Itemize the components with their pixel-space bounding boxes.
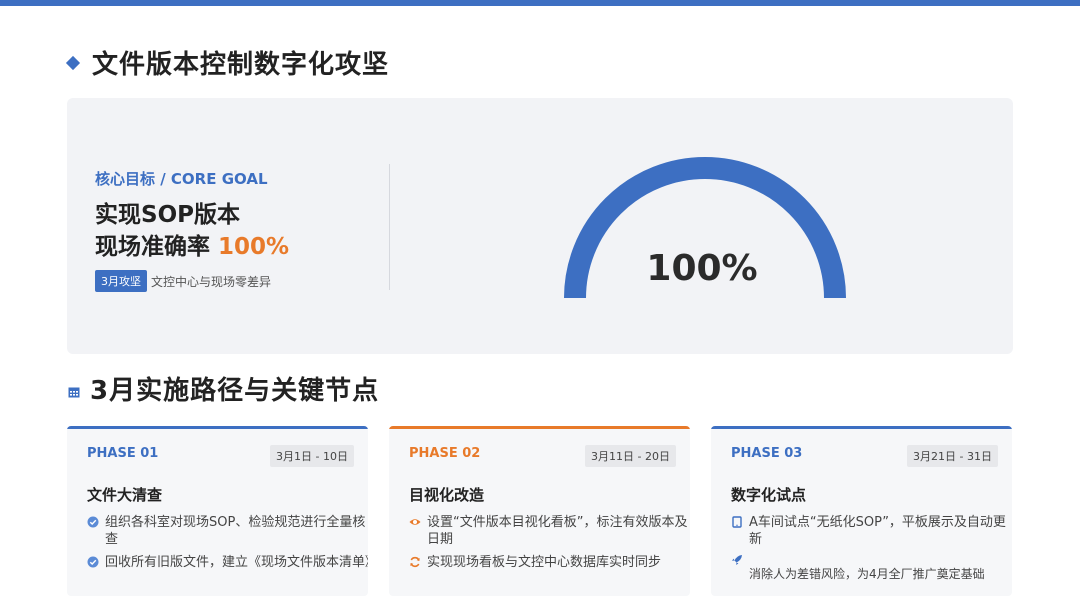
goal-badge: 3月攻坚 [95, 270, 147, 292]
phase-card-accent-bar [711, 426, 1012, 429]
section2-title-row: 3月实施路径与关键节点 [66, 370, 379, 407]
phase-card-01: PHASE 01 3月1日 - 10日 文件大清查 组织各科室对现场SOP、检验… [67, 426, 368, 596]
phase-title: 目视化改造 [409, 486, 485, 504]
goal-kicker: 核心目标 / CORE GOAL [95, 170, 268, 188]
goal-badge-note: 文控中心与现场零差异 [151, 275, 272, 289]
eye-icon [409, 519, 421, 525]
phase-item-text: A车间试点“无纸化SOP”，平板展示及自动更新 [749, 515, 1006, 547]
phase-title: 数字化试点 [731, 486, 807, 504]
phase-date-badge: 3月1日 - 10日 [270, 445, 354, 467]
sync-icon [410, 556, 420, 568]
phase-item: 实现现场看板与文控中心数据库实时同步 [409, 554, 690, 571]
goal-headline-line2: 现场准确率 100% [95, 227, 289, 261]
gauge-value-label: 100% [646, 248, 758, 289]
tablet-icon [732, 516, 742, 528]
phase-item-text: 组织各科室对现场SOP、检验规范进行全量核查 [105, 515, 366, 547]
phase-item: 消除人为差错风险，为4月全厂推广奠定基础 [731, 552, 1012, 583]
core-goal-panel: 核心目标 / CORE GOAL 实现SOP版本 现场准确率 100% 3月攻坚… [67, 98, 1013, 354]
phase-item: 设置“文件版本目视化看板”，标注有效版本及日期 [409, 514, 690, 548]
goal-headline-line1: 实现SOP版本 [95, 202, 240, 228]
phase-item-text: 回收所有旧版文件，建立《现场文件版本清单》 [105, 555, 368, 570]
phase-item-text: 消除人为差错风险，为4月全厂推广奠定基础 [749, 567, 985, 581]
phase-card-accent-bar [67, 426, 368, 429]
phase-date-badge: 3月21日 - 31日 [907, 445, 998, 467]
page-title: 文件版本控制数字化攻坚 [92, 50, 390, 80]
phase-card-accent-bar [389, 426, 690, 429]
check-circle-icon [87, 516, 99, 528]
phase-label: PHASE 02 [409, 446, 481, 461]
rocket-icon [732, 555, 742, 565]
section2-title: 3月实施路径与关键节点 [90, 376, 380, 406]
phase-label: PHASE 01 [87, 446, 159, 461]
phase-item: 回收所有旧版文件，建立《现场文件版本清单》 [87, 554, 368, 571]
page-title-row: 文件版本控制数字化攻坚 [65, 44, 390, 81]
top-accent-bar [0, 0, 1080, 6]
phase-item-text: 实现现场看板与文控中心数据库实时同步 [427, 555, 662, 570]
diamond-icon [65, 55, 81, 70]
phase-item: 组织各科室对现场SOP、检验规范进行全量核查 [87, 514, 368, 548]
calendar-icon [68, 387, 80, 397]
goal-headline-prefix: 现场准确率 [95, 234, 219, 260]
phase-card-03: PHASE 03 3月21日 - 31日 数字化试点 A车间试点“无纸化SOP”… [711, 426, 1012, 596]
phase-card-02: PHASE 02 3月11日 - 20日 目视化改造 设置“文件版本目视化看板”… [389, 426, 690, 596]
goal-divider [389, 164, 390, 290]
phase-title: 文件大清查 [87, 486, 163, 504]
phase-label: PHASE 03 [731, 446, 803, 461]
check-circle-icon [87, 556, 99, 568]
phase-item: A车间试点“无纸化SOP”，平板展示及自动更新 [731, 514, 1012, 548]
goal-headline-value: 100% [218, 234, 290, 260]
phase-date-badge: 3月11日 - 20日 [585, 445, 676, 467]
phase-item-text: 设置“文件版本目视化看板”，标注有效版本及日期 [427, 515, 688, 547]
